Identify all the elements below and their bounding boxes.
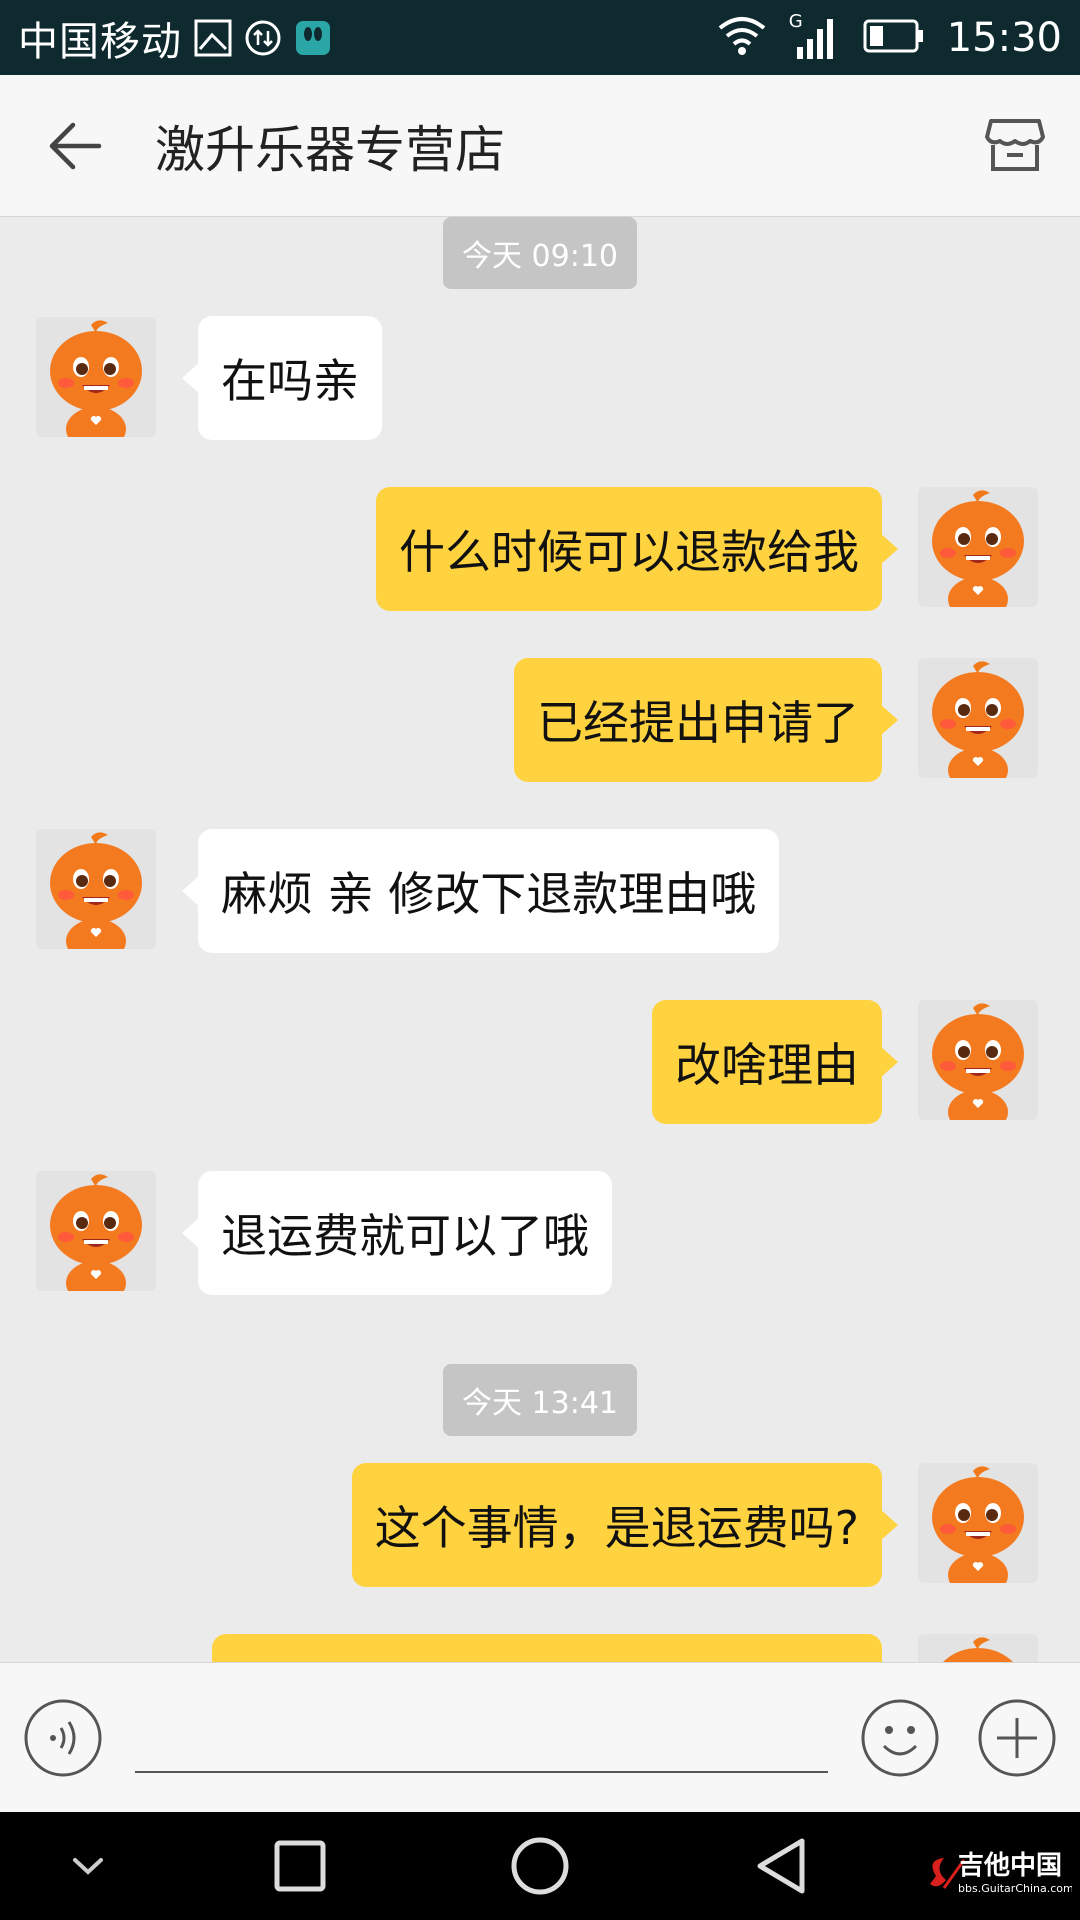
status-bar: 中国移动 G 15:30 <box>0 0 1080 75</box>
seller-avatar[interactable] <box>36 317 156 437</box>
signal-icon: G <box>789 11 841 61</box>
emoji-button[interactable] <box>860 1698 940 1778</box>
hide-nav-button[interactable] <box>52 1830 124 1902</box>
mascot-avatar-icon <box>50 320 142 437</box>
back-button[interactable] <box>0 75 150 217</box>
message-input[interactable] <box>135 1693 828 1773</box>
pedometer-icon <box>294 19 332 57</box>
gallery-icon <box>194 19 232 57</box>
seller-avatar[interactable] <box>36 1171 156 1291</box>
mascot-avatar-icon <box>932 1466 1024 1583</box>
user-avatar[interactable] <box>918 1463 1038 1583</box>
user-avatar[interactable] <box>918 1634 1038 1662</box>
battery-icon <box>863 18 925 58</box>
data-sync-icon <box>244 19 282 57</box>
voice-button[interactable] <box>23 1698 103 1778</box>
system-nav-bar: 吉他中国 bbs.GuitarChina.com <box>0 1812 1080 1920</box>
store-button[interactable] <box>970 100 1060 190</box>
clock: 15:30 <box>946 14 1062 61</box>
message-bubble-outgoing[interactable]: 这个事情，是退运费吗? <box>351 1463 899 1587</box>
message-bubble-incoming[interactable]: 退运费就可以了哦 <box>182 1171 612 1295</box>
chat-header: 激升乐器专营店 <box>0 75 1080 217</box>
plus-icon <box>978 1699 1056 1777</box>
message-bubble-outgoing[interactable]: 什么时候可以退款给我 <box>376 487 898 611</box>
home-button[interactable] <box>504 1830 576 1902</box>
smiley-icon <box>861 1699 939 1777</box>
back-nav-button[interactable] <box>744 1830 816 1902</box>
seller-avatar[interactable] <box>36 829 156 949</box>
mascot-avatar-icon <box>932 1003 1024 1120</box>
timestamp: 今天 09:10 <box>443 217 637 289</box>
mascot-avatar-icon <box>932 490 1024 607</box>
more-button[interactable] <box>977 1698 1057 1778</box>
triangle-back-icon <box>757 1838 805 1894</box>
wifi-icon <box>717 16 767 60</box>
mascot-avatar-icon <box>50 832 142 949</box>
page-title: 激升乐器专营店 <box>155 120 505 179</box>
user-avatar[interactable] <box>918 1000 1038 1120</box>
message-bubble-outgoing[interactable] <box>212 1634 882 1662</box>
message-bubble-outgoing[interactable]: 已经提出申请了 <box>514 658 898 782</box>
message-bubble-incoming[interactable]: 麻烦 亲 修改下退款理由哦 <box>181 829 780 953</box>
carrier-name: 中国移动 <box>18 18 182 65</box>
voice-icon <box>24 1699 102 1777</box>
mascot-avatar-icon <box>943 1637 1013 1662</box>
back-arrow-icon <box>49 122 102 169</box>
user-avatar[interactable] <box>918 658 1038 778</box>
square-icon <box>274 1840 326 1892</box>
mascot-avatar-icon <box>932 661 1024 778</box>
mascot-avatar-icon <box>50 1174 142 1291</box>
timestamp: 今天 13:41 <box>443 1364 637 1436</box>
message-input-bar <box>0 1662 1080 1812</box>
message-bubble-outgoing[interactable]: 改啥理由 <box>652 1000 898 1124</box>
watermark-logo: 吉他中国 bbs.GuitarChina.com <box>924 1840 1074 1910</box>
chevron-down-icon <box>73 1858 103 1875</box>
message-list[interactable]: 今天 09:10 在吗亲 什么时候可以退款给我 已经提出申请了 麻烦 亲 修改下… <box>0 217 1080 1662</box>
message-bubble-incoming[interactable]: 在吗亲 <box>182 316 382 440</box>
watermark-title: 吉他中国 <box>958 1851 1062 1881</box>
circle-icon <box>511 1837 569 1895</box>
store-icon <box>985 119 1045 171</box>
user-avatar[interactable] <box>918 487 1038 607</box>
watermark-site: bbs.GuitarChina.com <box>958 1882 1072 1895</box>
recents-button[interactable] <box>264 1830 336 1902</box>
